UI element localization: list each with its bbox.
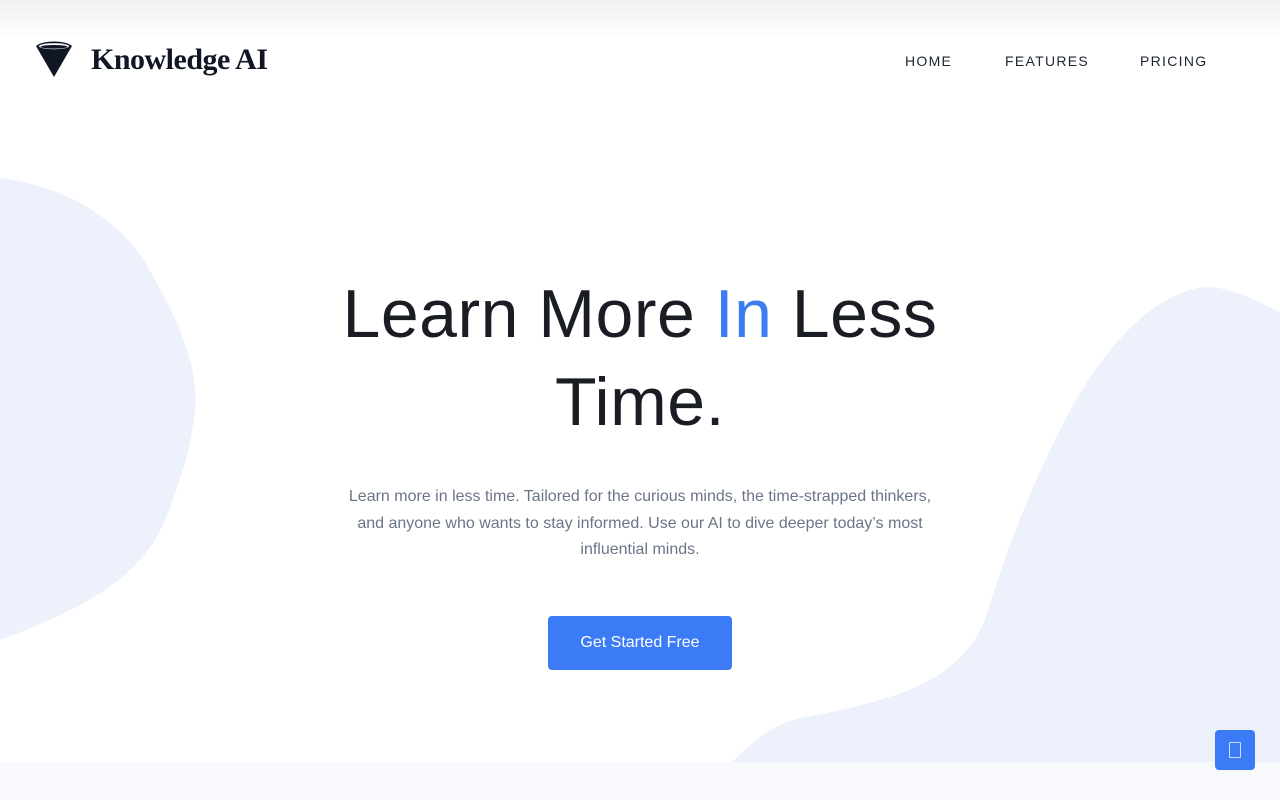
get-started-button[interactable]: Get Started Free (548, 615, 732, 670)
brand-logo[interactable]: Knowledge AI (35, 41, 268, 79)
next-section-edge (0, 762, 1280, 800)
scroll-to-top-button[interactable] (1215, 730, 1255, 770)
hero-title-part1: Learn More (342, 276, 715, 352)
main-nav: HOME FEATURES PRICING (905, 51, 1220, 71)
nav-pricing-link[interactable]: PRICING (1140, 51, 1220, 71)
hero-title-accent: In (714, 276, 773, 352)
site-header: Knowledge AI HOME FEATURES PRICING (0, 0, 1280, 120)
hero-subtitle: Learn more in less time. Tailored for th… (348, 488, 932, 558)
brand-name: Knowledge AI (91, 43, 268, 76)
hero-title: Learn More In Less Time. (320, 270, 960, 446)
landing-page: Knowledge AI HOME FEATURES PRICING Learn… (0, 0, 1280, 800)
scroll-to-top-icon (1229, 742, 1241, 758)
nav-home-link[interactable]: HOME (905, 51, 1005, 71)
cone-logo-icon (36, 41, 72, 77)
nav-features-link[interactable]: FEATURES (1005, 51, 1140, 71)
hero-section: Learn More In Less Time. Learn more in l… (0, 270, 1280, 670)
